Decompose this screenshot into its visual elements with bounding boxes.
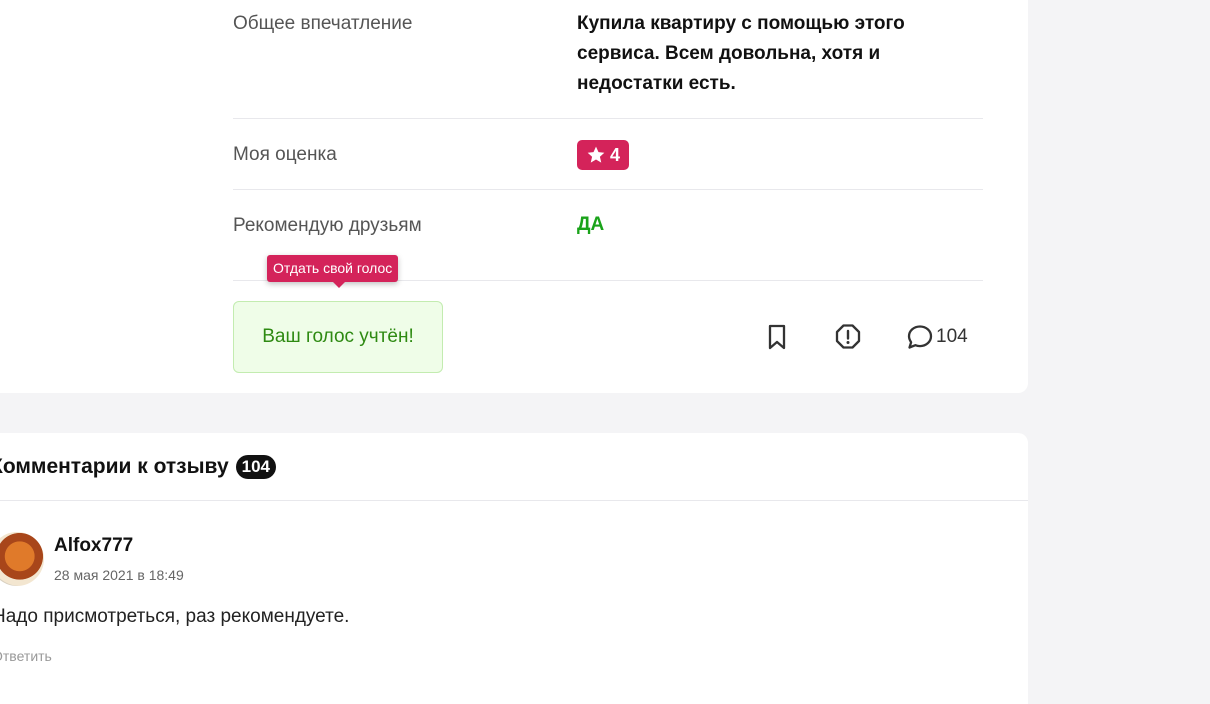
- divider: [0, 500, 1028, 501]
- reply-link[interactable]: Ответить: [0, 648, 52, 664]
- page-background-right: [1028, 0, 1210, 704]
- comment-icon: [907, 325, 933, 349]
- star-icon: [587, 146, 605, 163]
- bookmark-icon: [768, 324, 786, 350]
- rating-value: 4: [609, 144, 620, 165]
- comments-title: Комментарии к отзыву: [0, 455, 229, 478]
- comments-count-badge: 104: [235, 455, 276, 479]
- comments-count: 104: [936, 326, 968, 347]
- comments-button[interactable]: 104: [906, 320, 968, 354]
- avatar[interactable]: [0, 532, 44, 586]
- impression-text: Купила квартиру с помощью этого сервиса.…: [577, 13, 905, 94]
- review-row-rating: Моя оценка 4: [233, 119, 983, 190]
- review-card: Общее впечатление Купила квартиру с помо…: [0, 0, 1028, 393]
- recommend-value: ДА: [577, 214, 605, 235]
- report-icon: [835, 324, 861, 349]
- impression-label: Общее впечатление: [233, 13, 413, 34]
- comment-author[interactable]: Alfox777: [54, 535, 133, 557]
- rating-badge: 4: [577, 140, 629, 170]
- comments-card: Комментарии к отзыву 104 Alfox777 28 мая…: [0, 433, 1028, 704]
- vote-tooltip: Отдать свой голос: [267, 255, 399, 288]
- comment-date: 28 мая 2021 в 18:49: [54, 567, 184, 583]
- comment-text: Надо присмотреться, раз рекомендуете.: [0, 606, 350, 627]
- rating-label: Моя оценка: [233, 144, 337, 165]
- review-row-impression: Общее впечатление Купила квартиру с помо…: [233, 0, 983, 119]
- vote-status-button[interactable]: Ваш голос учтён!: [233, 301, 443, 373]
- report-button[interactable]: [834, 320, 862, 354]
- recommend-label: Рекомендую друзьям: [233, 215, 422, 236]
- comments-header: Комментарии к отзыву 104: [0, 455, 276, 479]
- bookmark-button[interactable]: [763, 320, 791, 354]
